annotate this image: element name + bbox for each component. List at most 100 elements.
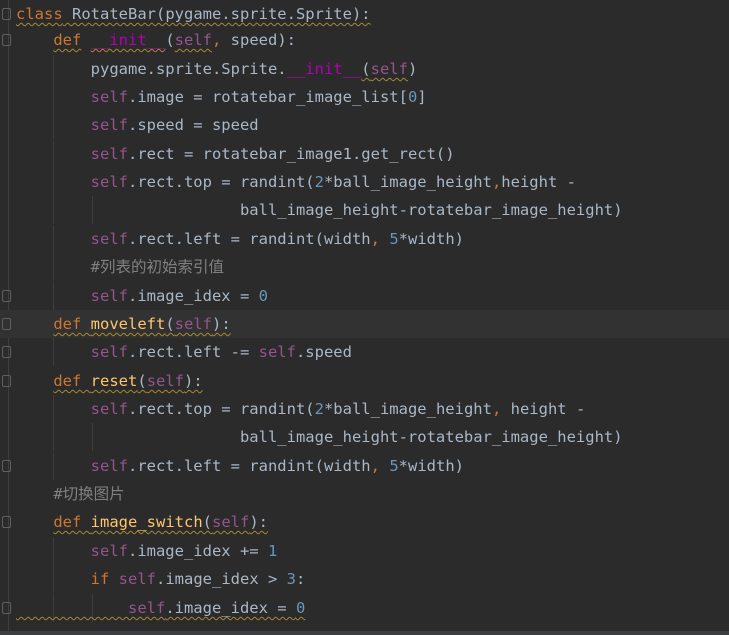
code-line[interactable]: ball_image_height-rotatebar_image_height…	[0, 423, 729, 451]
code-token: :	[296, 570, 306, 588]
code-line[interactable]: def image_switch(self):	[0, 508, 729, 536]
code-token: *width)	[398, 230, 464, 248]
code-token: ,	[370, 457, 380, 475]
code-token: if	[90, 570, 110, 588]
code-token: *width)	[398, 457, 464, 475]
fold-marker-icon[interactable]	[2, 290, 11, 302]
code-text: class RotateBar(pygame.sprite.Sprite):	[16, 0, 371, 28]
code-line[interactable]: self.rect = rotatebar_image1.get_rect()	[0, 140, 729, 168]
code-line[interactable]: def reset(self):	[0, 367, 729, 395]
code-token: def	[53, 315, 82, 333]
code-line[interactable]: self.rect.top = randint(2*ball_image_hei…	[0, 168, 729, 196]
code-line[interactable]: ball_image_height-rotatebar_image_height…	[0, 196, 729, 224]
code-line[interactable]: self.image_idex += 1	[0, 537, 729, 565]
fold-marker-icon[interactable]	[2, 375, 11, 387]
code-token: self	[118, 570, 156, 588]
code-line[interactable]: def moveleft(self):	[0, 310, 729, 338]
code-token: self	[90, 230, 128, 248]
code-line[interactable]: self.rect.left -= self.speed	[0, 338, 729, 366]
fold-marker-icon[interactable]	[2, 34, 11, 46]
code-token: self	[90, 173, 128, 191]
code-token: moveleft	[90, 315, 166, 333]
code-line[interactable]: class RotateBar(pygame.sprite.Sprite):	[0, 0, 729, 28]
code-token: .rect.left = randint(width	[127, 230, 371, 248]
code-token: (	[165, 31, 175, 49]
code-token: .rect.left = randint(width	[127, 457, 371, 475]
code-token: self	[370, 60, 408, 78]
code-token: self	[90, 343, 128, 361]
code-token: (	[361, 60, 371, 78]
code-token: .speed = speed	[127, 116, 259, 134]
code-line[interactable]: #列表的初始索引值	[0, 253, 729, 281]
code-token: 1	[267, 542, 278, 560]
code-token: ,	[491, 173, 502, 191]
fold-marker-icon[interactable]	[2, 460, 11, 472]
code-text: def image_switch(self):	[16, 508, 268, 536]
code-token: RotateBar(pygame.sprite.Sprite):	[62, 5, 371, 23]
code-token: def	[53, 372, 82, 390]
fold-marker-icon[interactable]	[2, 318, 11, 330]
code-token: image_switch	[90, 513, 203, 531]
code-token: ,	[370, 230, 380, 248]
code-line[interactable]: self.rect.left = randint(width, 5*width)	[0, 225, 729, 253]
code-token: #切换图片	[53, 485, 125, 503]
code-text: self.rect.left -= self.speed	[16, 338, 352, 366]
code-token: def	[53, 31, 82, 49]
code-token: self	[127, 599, 166, 617]
code-line[interactable]: self.image_idex = 0	[0, 594, 729, 622]
code-token: .image_idex +=	[127, 542, 268, 560]
code-token: 2	[314, 173, 324, 191]
code-token: 5	[389, 230, 399, 248]
code-token: height -	[501, 173, 576, 191]
code-token: )	[407, 60, 418, 78]
code-text: self.image_idex = 0	[16, 594, 305, 622]
code-text: self.rect.top = randint(2*ball_image_hei…	[16, 395, 586, 423]
code-text: self.image_idex += 1	[16, 537, 278, 565]
code-token: .rect = rotatebar_image1.get_rect()	[127, 145, 455, 163]
code-editor[interactable]: class RotateBar(pygame.sprite.Sprite): d…	[0, 0, 729, 635]
horizontal-scrollbar[interactable]	[0, 631, 729, 635]
fold-marker-icon[interactable]	[2, 8, 11, 20]
code-line[interactable]: #切换图片	[0, 480, 729, 508]
code-line[interactable]: self.rect.left = randint(width, 5*width)	[0, 452, 729, 480]
code-token: 0	[407, 88, 418, 106]
code-token: self	[258, 343, 296, 361]
code-token: reset	[90, 372, 138, 390]
code-token: __init__	[286, 60, 362, 78]
code-line[interactable]: self.rect.top = randint(2*ball_image_hei…	[0, 395, 729, 423]
code-line[interactable]: self.image_idex = 0	[0, 282, 729, 310]
code-token: __init__	[90, 31, 166, 49]
fold-marker-icon[interactable]	[2, 516, 11, 528]
code-token: ):	[184, 372, 203, 390]
code-text: #切换图片	[16, 480, 125, 508]
code-token: .image_idex =	[165, 599, 296, 617]
fold-marker-icon[interactable]	[2, 602, 11, 614]
fold-marker-icon[interactable]	[2, 346, 11, 358]
code-line[interactable]: if self.image_idex > 3:	[0, 565, 729, 593]
code-text: self.rect.top = randint(2*ball_image_hei…	[16, 168, 576, 196]
code-line[interactable]: self.image = rotatebar_image_list[0]	[0, 83, 729, 111]
code-token: pygame.sprite.Sprite.	[16, 60, 287, 78]
code-token: self	[174, 315, 212, 333]
code-token: def	[53, 513, 82, 531]
code-text: self.rect = rotatebar_image1.get_rect()	[16, 140, 455, 168]
code-line[interactable]: pygame.sprite.Sprite.__init__(self)	[0, 55, 729, 83]
code-line[interactable]: def __init__(self, speed):	[0, 26, 729, 54]
code-token: .image_idex >	[156, 570, 287, 588]
code-token: ):	[249, 513, 268, 531]
code-token: (	[202, 513, 212, 531]
code-line[interactable]: self.speed = speed	[0, 111, 729, 139]
